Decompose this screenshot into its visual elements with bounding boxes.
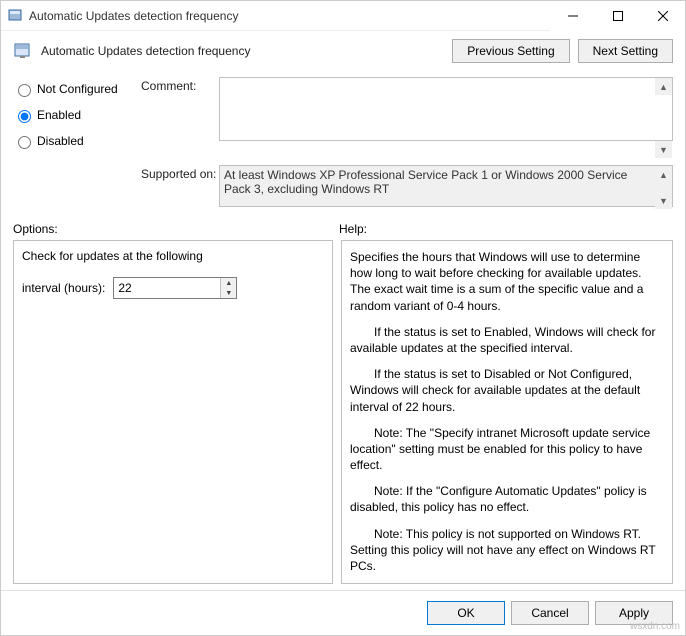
comment-label: Comment: bbox=[141, 77, 219, 159]
help-panel: Specifies the hours that Windows will us… bbox=[341, 240, 673, 584]
section-labels: Options: Help: bbox=[1, 216, 685, 236]
supported-row: Supported on: ▲ ▼ bbox=[1, 159, 685, 216]
cancel-button[interactable]: Cancel bbox=[511, 601, 589, 625]
help-text: Note: If the "Configure Automatic Update… bbox=[350, 483, 664, 515]
radio-not-configured-input[interactable] bbox=[18, 84, 31, 97]
policy-icon bbox=[13, 41, 33, 61]
radio-not-configured-label: Not Configured bbox=[37, 82, 118, 96]
interval-input[interactable] bbox=[114, 278, 220, 298]
scroll-up-icon[interactable]: ▲ bbox=[655, 78, 672, 95]
scroll-down-icon[interactable]: ▼ bbox=[655, 141, 672, 158]
state-radios: Not Configured Enabled Disabled bbox=[13, 77, 141, 159]
policy-title: Automatic Updates detection frequency bbox=[41, 44, 444, 58]
dialog-buttons: OK Cancel Apply bbox=[1, 590, 685, 635]
app-icon bbox=[7, 8, 23, 24]
radio-disabled-input[interactable] bbox=[18, 136, 31, 149]
help-text: Specifies the hours that Windows will us… bbox=[350, 249, 664, 314]
options-label: Options: bbox=[13, 222, 339, 236]
config-row: Not Configured Enabled Disabled Comment:… bbox=[1, 67, 685, 159]
window-title: Automatic Updates detection frequency bbox=[29, 9, 550, 23]
comment-area: Comment: ▲ ▼ bbox=[141, 77, 673, 159]
close-button[interactable] bbox=[640, 1, 685, 31]
help-text: If the status is set to Enabled, Windows… bbox=[350, 324, 664, 356]
options-panel: Check for updates at the following inter… bbox=[13, 240, 333, 584]
radio-enabled-label: Enabled bbox=[37, 108, 81, 122]
radio-disabled[interactable]: Disabled bbox=[13, 133, 141, 149]
radio-enabled-input[interactable] bbox=[18, 110, 31, 123]
radio-not-configured[interactable]: Not Configured bbox=[13, 81, 141, 97]
comment-textarea[interactable] bbox=[219, 77, 673, 141]
supported-label: Supported on: bbox=[141, 165, 219, 210]
titlebar: Automatic Updates detection frequency bbox=[1, 1, 685, 31]
policy-window: Automatic Updates detection frequency Au… bbox=[0, 0, 686, 636]
help-text: Note: The "Specify intranet Microsoft up… bbox=[350, 425, 664, 474]
window-controls bbox=[550, 1, 685, 31]
header-row: Automatic Updates detection frequency Pr… bbox=[1, 31, 685, 67]
check-updates-label: Check for updates at the following bbox=[22, 249, 324, 263]
radio-enabled[interactable]: Enabled bbox=[13, 107, 141, 123]
ok-button[interactable]: OK bbox=[427, 601, 505, 625]
help-label: Help: bbox=[339, 222, 367, 236]
previous-setting-button[interactable]: Previous Setting bbox=[452, 39, 569, 63]
interval-label: interval (hours): bbox=[22, 281, 105, 295]
help-text: If the status is set to Disabled or Not … bbox=[350, 366, 664, 415]
panels: Check for updates at the following inter… bbox=[1, 236, 685, 590]
scroll-up-icon[interactable]: ▲ bbox=[655, 166, 672, 183]
minimize-button[interactable] bbox=[550, 1, 595, 31]
spinner-up-button[interactable]: ▲ bbox=[221, 278, 236, 288]
scroll-down-icon[interactable]: ▼ bbox=[655, 192, 672, 209]
supported-on-text bbox=[219, 165, 673, 207]
maximize-button[interactable] bbox=[595, 1, 640, 31]
help-text: Note: This policy is not supported on Wi… bbox=[350, 526, 664, 575]
radio-disabled-label: Disabled bbox=[37, 134, 84, 148]
next-setting-button[interactable]: Next Setting bbox=[578, 39, 673, 63]
spinner-down-button[interactable]: ▼ bbox=[221, 288, 236, 298]
apply-button[interactable]: Apply bbox=[595, 601, 673, 625]
